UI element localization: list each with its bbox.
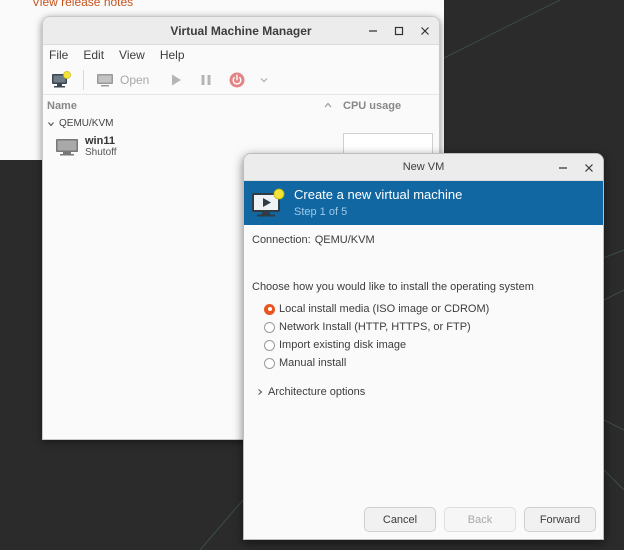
architecture-options-label: Architecture options [268, 386, 366, 398]
wizard-title: Create a new virtual machine [294, 187, 463, 202]
connection-label: Connection: [252, 234, 311, 246]
connection-info: Connection: QEMU/KVM [252, 234, 375, 246]
connection-group-label: QEMU/KVM [59, 118, 114, 129]
vm-monitor-icon [56, 139, 78, 156]
wizard-step: Step 1 of 5 [294, 206, 348, 218]
vm-name: win11 [85, 135, 115, 147]
forward-button[interactable]: Forward [524, 507, 596, 532]
menu-file[interactable]: File [49, 48, 68, 62]
open-button[interactable]: Open [96, 67, 149, 93]
close-icon[interactable] [419, 25, 431, 37]
new-vm-icon [252, 188, 285, 217]
option-import-disk[interactable]: Import existing disk image [264, 336, 489, 354]
monitor-icon [97, 73, 113, 86]
power-icon [229, 72, 245, 87]
chevron-right-icon [258, 389, 263, 395]
newvm-titlebar: New VM [244, 154, 603, 181]
menu-help[interactable]: Help [160, 48, 185, 62]
new-vm-dialog: New VM Create a new virtual machine Step… [243, 153, 604, 540]
radio-icon[interactable] [264, 339, 275, 351]
vm-status: Shutoff [85, 147, 117, 158]
vmm-titlebar: Virtual Machine Manager [43, 17, 439, 45]
pause-button[interactable] [199, 67, 213, 93]
radio-icon[interactable] [264, 321, 275, 333]
option-label: Manual install [279, 357, 347, 369]
option-label: Network Install (HTTP, HTTPS, or FTP) [279, 321, 471, 333]
shutdown-menu-button[interactable] [259, 67, 269, 93]
connection-group-row[interactable]: QEMU/KVM [47, 118, 113, 129]
menu-edit[interactable]: Edit [83, 48, 104, 62]
column-cpu-usage[interactable]: CPU usage [343, 100, 401, 112]
radio-selected-icon[interactable] [264, 303, 275, 315]
chevron-down-icon [48, 121, 54, 126]
new-vm-icon [52, 70, 71, 87]
option-manual-install[interactable]: Manual install [264, 354, 489, 372]
vmm-menubar: File Edit View Help [43, 45, 439, 65]
install-method-group: Local install media (ISO image or CDROM)… [264, 300, 489, 372]
sort-chevron-icon [323, 101, 333, 112]
install-method-heading: Choose how you would like to install the… [252, 281, 534, 293]
shutdown-button[interactable] [229, 67, 245, 93]
play-icon [172, 74, 182, 85]
architecture-options-expander[interactable]: Architecture options [256, 386, 365, 398]
wizard-banner: Create a new virtual machine Step 1 of 5 [244, 181, 603, 225]
pause-icon [201, 74, 211, 85]
radio-icon[interactable] [264, 357, 275, 369]
toolbar-separator [83, 69, 84, 90]
close-icon[interactable] [583, 162, 595, 174]
option-label: Local install media (ISO image or CDROM) [279, 303, 490, 315]
vmm-toolbar: Open [43, 65, 439, 95]
vm-row-win11[interactable]: win11 Shutoff [55, 135, 117, 159]
connection-value: QEMU/KVM [314, 234, 375, 246]
column-name[interactable]: Name [47, 100, 77, 112]
back-button[interactable]: Back [444, 507, 516, 532]
minimize-icon[interactable] [367, 25, 379, 37]
menu-view[interactable]: View [119, 48, 145, 62]
minimize-icon[interactable] [557, 162, 569, 174]
run-button[interactable] [169, 67, 183, 93]
vmm-title: Virtual Machine Manager [170, 23, 312, 38]
option-label: Import existing disk image [279, 339, 407, 351]
option-network-install[interactable]: Network Install (HTTP, HTTPS, or FTP) [264, 318, 489, 336]
maximize-icon[interactable] [393, 25, 405, 37]
option-local-install[interactable]: Local install media (ISO image or CDROM) [264, 300, 489, 318]
release-notes-link[interactable]: View release notes [32, 0, 133, 9]
vm-list-header: Name CPU usage [43, 95, 439, 117]
new-vm-button[interactable] [51, 67, 71, 93]
chevron-down-icon [260, 77, 268, 82]
newvm-title: New VM [402, 161, 445, 173]
open-label: Open [120, 72, 150, 87]
cancel-button[interactable]: Cancel [364, 507, 436, 532]
